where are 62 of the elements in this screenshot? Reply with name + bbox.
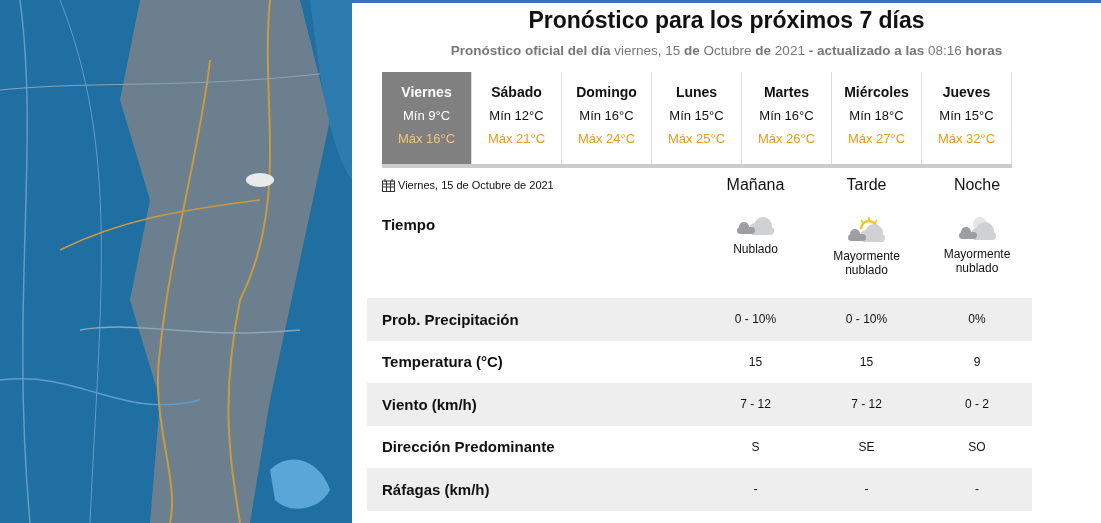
min-temp: Mín 9°C xyxy=(402,108,451,123)
row-label: Dirección Predominante xyxy=(382,438,555,456)
weather-description: Mayormente nublado xyxy=(942,247,1012,275)
min-temp: Mín 15°C xyxy=(939,108,994,123)
row-label: Prob. Precipitación xyxy=(382,310,519,328)
page-title: Pronóstico para los próximos 7 días xyxy=(528,7,925,34)
cloud-icon xyxy=(736,216,775,236)
day-tab[interactable]: Martes Mín 16°C Máx 26°C xyxy=(742,72,832,164)
day-tab[interactable]: Miércoles Mín 18°C Máx 27°C xyxy=(832,72,922,164)
day-name: Martes xyxy=(763,84,810,100)
min-temp: Mín 12°C xyxy=(489,108,544,123)
day-name: Sábado xyxy=(491,84,542,100)
max-temp: Máx 16°C xyxy=(397,131,456,146)
table-cell: - xyxy=(975,482,979,497)
day-tab[interactable]: Sábado Mín 12°C Máx 21°C xyxy=(472,72,562,164)
row-label: Temperatura (°C) xyxy=(382,353,503,371)
max-temp: Máx 32°C xyxy=(937,131,996,146)
max-temp: Máx 26°C xyxy=(757,131,816,146)
row-label: Tiempo xyxy=(382,216,436,233)
forecast-subtitle: Pronóstico oficial del día viernes, 15 de Octubre de 2021 - actualizado a las 08:16 horas xyxy=(450,43,1003,58)
day-tab[interactable]: Viernes Mín 9°C Máx 16°C xyxy=(382,72,472,164)
table-cell: 0% xyxy=(968,312,986,327)
max-temp: Máx 21°C xyxy=(487,131,546,146)
day-name: Miércoles xyxy=(844,84,909,100)
table-cell: - xyxy=(864,482,869,497)
table-cell: 0 - 10% xyxy=(734,312,777,327)
row-label: Viento (km/h) xyxy=(382,395,477,413)
min-temp: Mín 16°C xyxy=(759,108,814,123)
table-cell: 7 - 12 xyxy=(740,397,771,412)
period-heading: Mañana xyxy=(726,176,785,194)
table-cell: SO xyxy=(968,439,986,454)
table-cell: 7 - 12 xyxy=(851,397,882,412)
min-temp: Mín 18°C xyxy=(849,108,904,123)
day-name: Jueves xyxy=(942,84,991,100)
table-cell: 15 xyxy=(748,354,763,369)
weather-description: Nublado xyxy=(733,242,778,256)
day-tab[interactable]: Domingo Mín 16°C Máx 24°C xyxy=(562,72,652,164)
table-cell: 9 xyxy=(973,354,981,369)
day-tab[interactable]: Lunes Mín 15°C Máx 25°C xyxy=(652,72,742,164)
day-name: Viernes xyxy=(401,84,452,100)
table-cell: 15 xyxy=(859,354,874,369)
sun-cloud-icon xyxy=(847,216,886,243)
calendar-icon xyxy=(382,178,395,192)
moon-cloud-icon xyxy=(957,216,997,241)
table-cell: S xyxy=(751,439,760,454)
day-tab[interactable]: Jueves Mín 15°C Máx 32°C xyxy=(922,72,1012,164)
max-temp: Máx 24°C xyxy=(577,131,636,146)
selected-date: Viernes, 15 de Octubre de 2021 xyxy=(398,179,554,191)
min-temp: Mín 15°C xyxy=(669,108,724,123)
table-cell: 0 - 2 xyxy=(965,397,989,412)
max-temp: Máx 27°C xyxy=(847,131,906,146)
weather-description: Mayormente nublado xyxy=(832,249,901,277)
max-temp: Máx 25°C xyxy=(667,131,726,146)
table-cell: SE xyxy=(858,439,875,454)
day-name: Domingo xyxy=(576,84,637,100)
min-temp: Mín 16°C xyxy=(579,108,634,123)
table-cell: - xyxy=(753,482,758,497)
table-cell: 0 - 10% xyxy=(845,312,888,327)
period-heading: Noche xyxy=(953,176,1001,194)
day-name: Lunes xyxy=(675,84,718,100)
row-label: Ráfagas (km/h) xyxy=(382,480,490,498)
period-heading: Tarde xyxy=(846,176,887,194)
